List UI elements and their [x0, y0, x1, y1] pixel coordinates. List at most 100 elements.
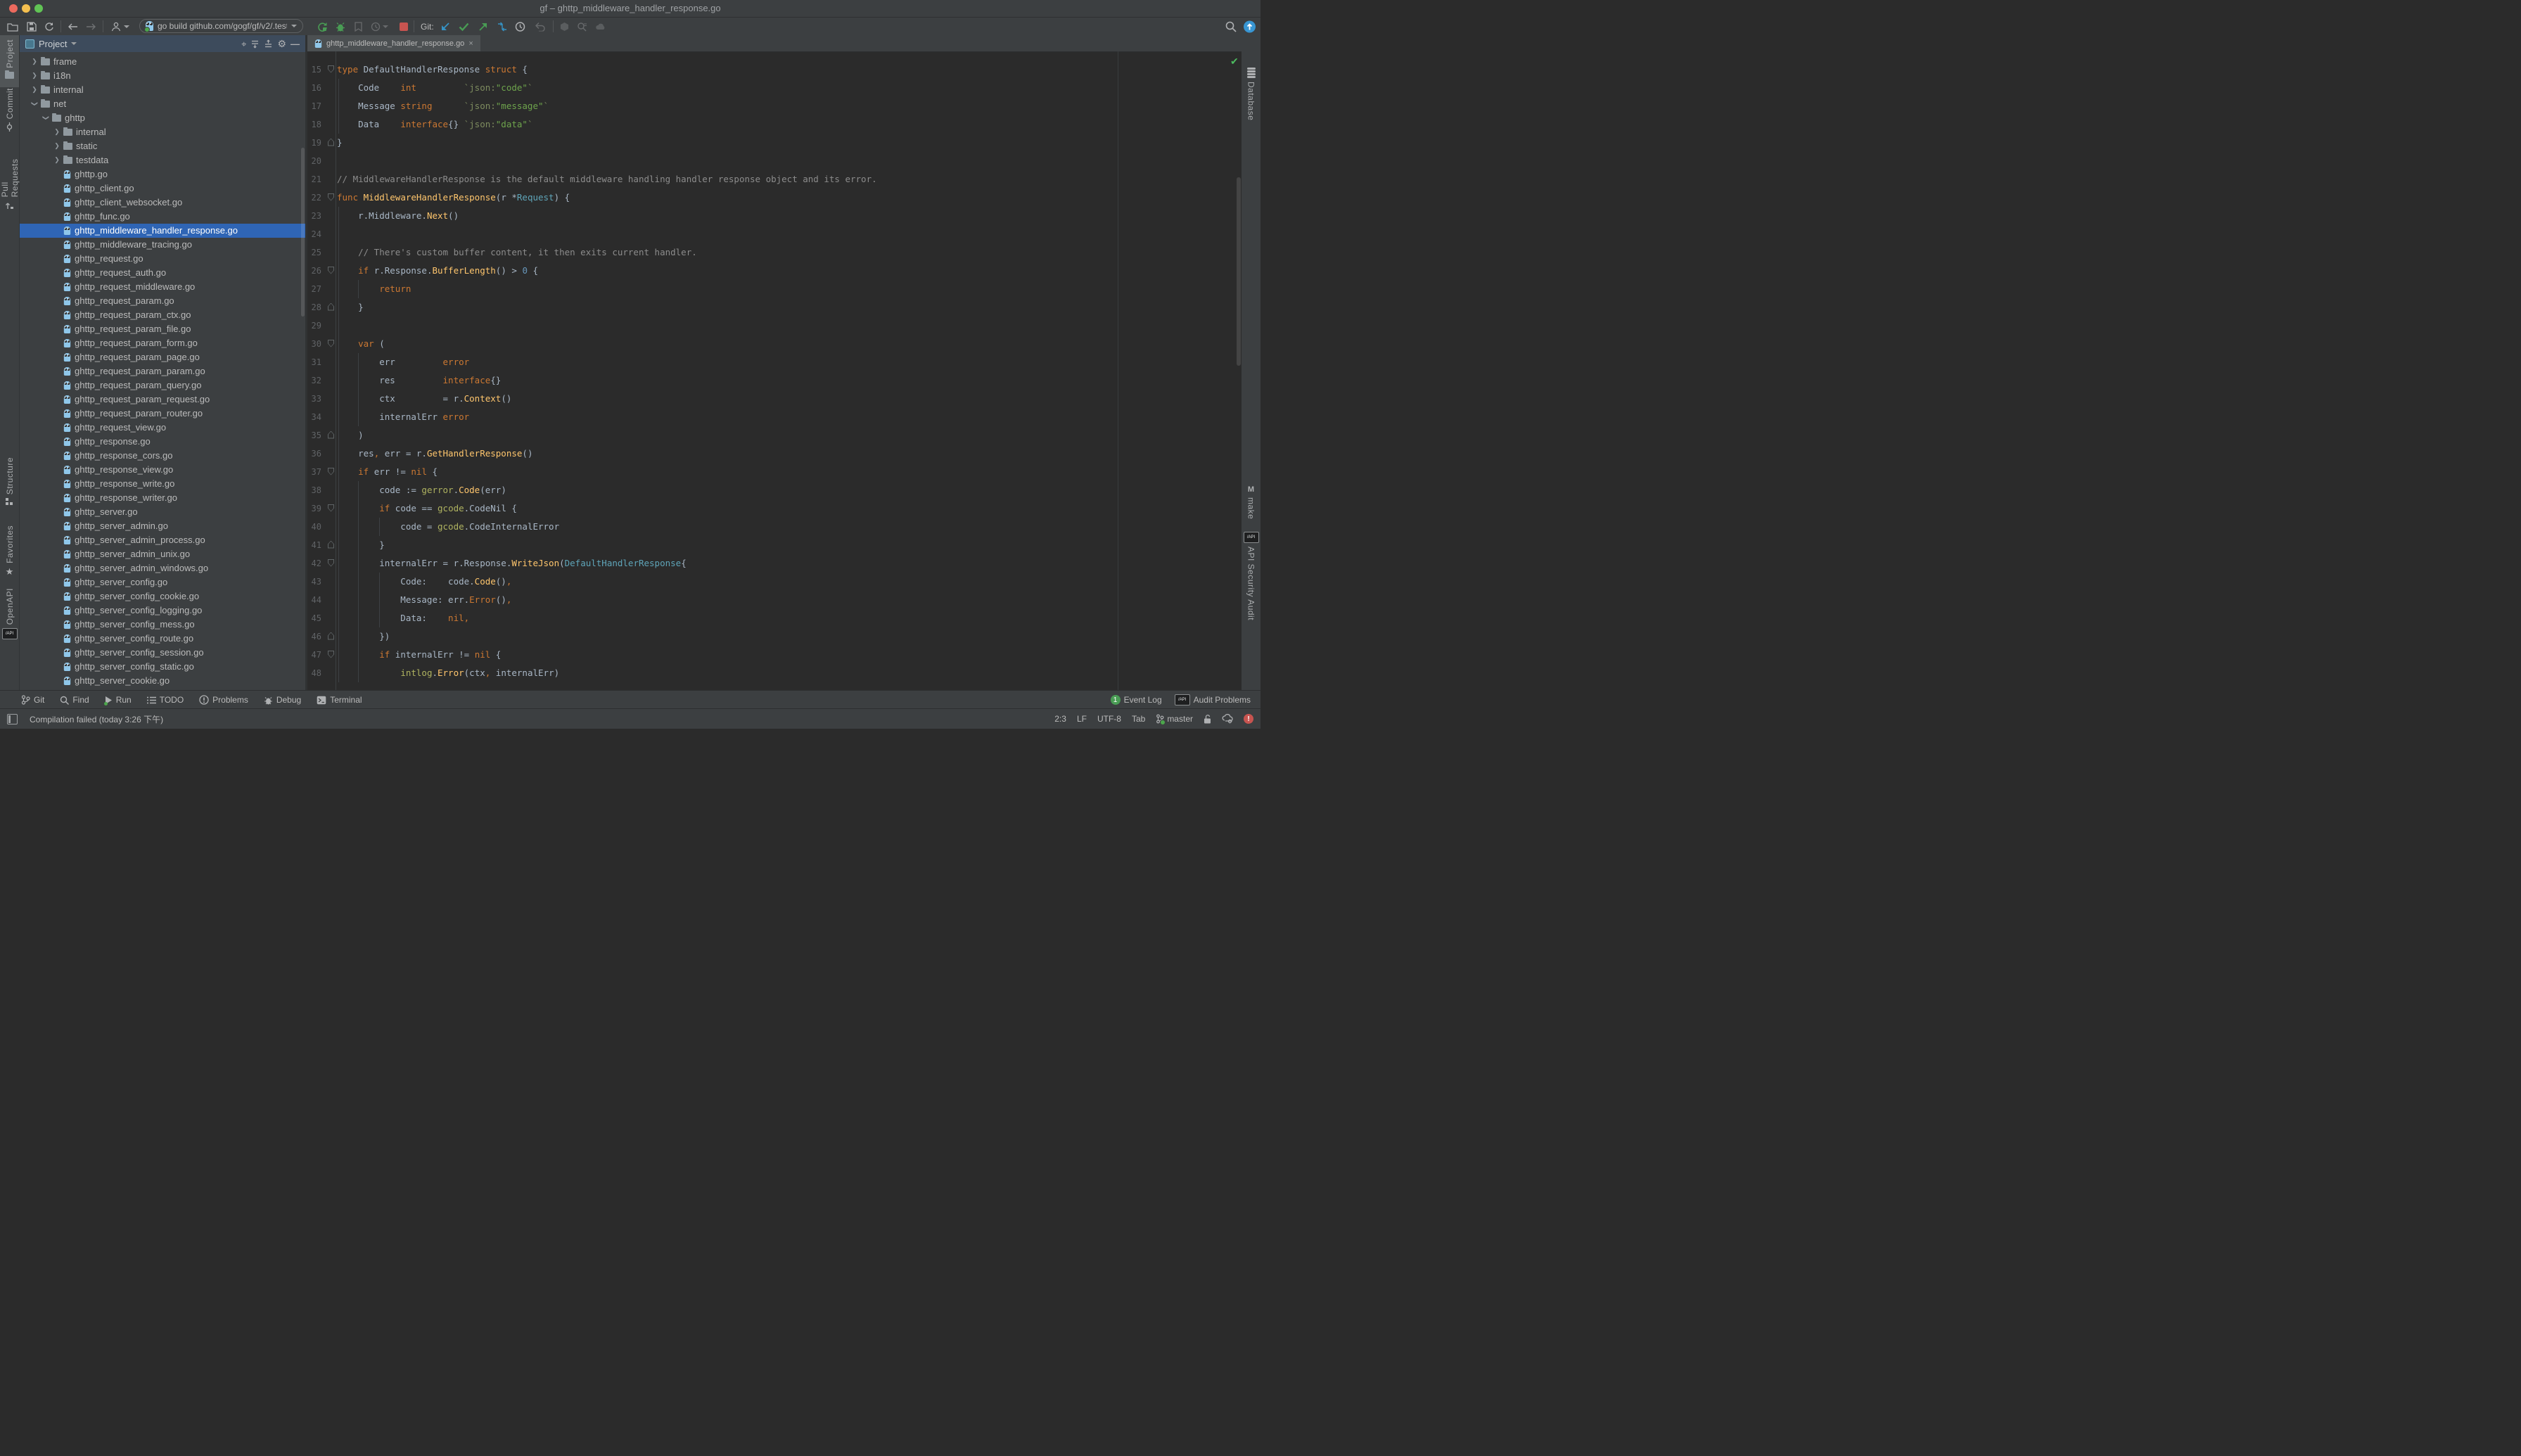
tree-item-ghttp_server_config_static.go[interactable]: ghttp_server_config_static.go: [20, 660, 305, 674]
tree-item-ghttp_request_param_page.go[interactable]: ghttp_request_param_page.go: [20, 350, 305, 364]
fold-marker-icon[interactable]: [328, 468, 334, 475]
fold-marker-icon[interactable]: [328, 193, 334, 201]
chevron-collapsed-icon[interactable]: ❯: [53, 156, 60, 164]
close-tab-icon[interactable]: ×: [468, 39, 473, 48]
code-editor[interactable]: 1516171819202122232425262728293031323334…: [307, 51, 1242, 690]
debug-icon[interactable]: [336, 21, 345, 32]
settings-gear-icon[interactable]: ⚙: [277, 39, 286, 49]
find-in-changes-icon[interactable]: [577, 22, 587, 32]
fold-marker-icon[interactable]: [328, 651, 334, 658]
ide-update-icon[interactable]: [1244, 20, 1256, 32]
tree-item-ghttp_client_websocket.go[interactable]: ghttp_client_websocket.go: [20, 196, 305, 210]
tree-item-ghttp_server_admin_unix.go[interactable]: ghttp_server_admin_unix.go: [20, 547, 305, 561]
tree-item-ghttp_request_param_router.go[interactable]: ghttp_request_param_router.go: [20, 407, 305, 421]
tree-item-ghttp_middleware_tracing.go[interactable]: ghttp_middleware_tracing.go: [20, 238, 305, 252]
fold-marker-icon[interactable]: [328, 267, 334, 274]
tree-item-ghttp_server_config_route.go[interactable]: ghttp_server_config_route.go: [20, 632, 305, 646]
fold-marker-icon[interactable]: [328, 504, 334, 512]
tool-window-make-button[interactable]: M make: [1242, 485, 1260, 528]
fold-marker-icon[interactable]: [328, 431, 334, 439]
expand-all-icon[interactable]: [250, 39, 260, 49]
tree-item-ghttp_request_param_form.go[interactable]: ghttp_request_param_form.go: [20, 336, 305, 350]
open-folder-icon[interactable]: [7, 22, 18, 32]
git-branch-widget[interactable]: master: [1156, 714, 1193, 724]
tree-item-ghttp_server_admin_windows.go[interactable]: ghttp_server_admin_windows.go: [20, 561, 305, 575]
tree-item-net[interactable]: ❯net: [20, 97, 305, 111]
fold-marker-icon[interactable]: [328, 303, 334, 311]
chevron-expanded-icon[interactable]: ❯: [42, 115, 50, 122]
tree-item-ghttp_request.go[interactable]: ghttp_request.go: [20, 252, 305, 266]
tree-item-ghttp_response_write.go[interactable]: ghttp_response_write.go: [20, 477, 305, 491]
profiler-icon[interactable]: [371, 22, 388, 32]
fold-marker-icon[interactable]: [328, 139, 334, 146]
tree-item-ghttp_server_admin.go[interactable]: ghttp_server_admin.go: [20, 519, 305, 533]
run-with-coverage-icon[interactable]: [354, 22, 363, 32]
tree-item-ghttp_server_config_mess.go[interactable]: ghttp_server_config_mess.go: [20, 618, 305, 632]
inspections-ok-icon[interactable]: ✔: [1230, 56, 1239, 68]
fold-marker-icon[interactable]: [328, 541, 334, 549]
tool-window-favorites-button[interactable]: Favorites ★: [0, 525, 19, 580]
fold-marker-icon[interactable]: [328, 559, 334, 567]
tree-item-ghttp_server.go[interactable]: ghttp_server.go: [20, 505, 305, 519]
event-log-button[interactable]: 1Event Log: [1111, 695, 1162, 705]
error-analysis-indicator[interactable]: !: [1244, 714, 1253, 724]
tool-window-todo-button[interactable]: TODO: [147, 695, 184, 705]
indent-indicator[interactable]: Tab: [1132, 714, 1145, 724]
chevron-collapsed-icon[interactable]: ❯: [31, 72, 38, 79]
tree-item-ghttp_request_param.go[interactable]: ghttp_request_param.go: [20, 294, 305, 308]
tool-window-find-button[interactable]: Find: [60, 695, 89, 705]
shelve-icon[interactable]: [560, 22, 569, 32]
git-rollback-icon[interactable]: [535, 22, 545, 31]
tool-window-structure-button[interactable]: Structure: [0, 457, 19, 518]
tree-item-ghttp_request_param_file.go[interactable]: ghttp_request_param_file.go: [20, 322, 305, 336]
chevron-expanded-icon[interactable]: ❯: [31, 101, 39, 108]
editor-scrollbar[interactable]: [1237, 177, 1241, 366]
status-message[interactable]: Compilation failed (today 3:26 下午): [30, 713, 163, 725]
tool-window-api-security-audit-button[interactable]: /API API Security Audit: [1242, 532, 1260, 658]
tool-window-pull-requests-button[interactable]: Pull Requests: [0, 142, 19, 210]
tool-window-openapi-button[interactable]: OpenAPI /API: [0, 588, 19, 651]
tree-item-ghttp.go[interactable]: ghttp.go: [20, 167, 305, 181]
git-merge-icon[interactable]: [497, 22, 508, 32]
tree-item-ghttp_response.go[interactable]: ghttp_response.go: [20, 435, 305, 449]
tree-item-ghttp_server_config_session.go[interactable]: ghttp_server_config_session.go: [20, 646, 305, 660]
fold-marker-icon[interactable]: [328, 340, 334, 347]
project-tree-scrollbar[interactable]: [301, 148, 305, 317]
tree-item-ghttp_request_middleware.go[interactable]: ghttp_request_middleware.go: [20, 280, 305, 294]
git-update-icon[interactable]: [440, 22, 450, 32]
run-icon[interactable]: [317, 21, 328, 32]
tree-item-ghttp_middleware_handler_response.go[interactable]: ghttp_middleware_handler_response.go: [20, 224, 305, 238]
tool-window-toggle-icon[interactable]: [7, 714, 18, 724]
tree-item-internal[interactable]: ❯internal: [20, 125, 305, 139]
chevron-collapsed-icon[interactable]: ❯: [53, 142, 60, 150]
tree-item-ghttp_server_config.go[interactable]: ghttp_server_config.go: [20, 575, 305, 589]
tree-item-ghttp_request_param_query.go[interactable]: ghttp_request_param_query.go: [20, 378, 305, 392]
tool-window-problems-button[interactable]: Problems: [199, 695, 248, 705]
forward-icon[interactable]: [86, 23, 96, 31]
collapse-all-icon[interactable]: [264, 39, 273, 49]
run-configuration-select[interactable]: go build github.com/gogf/gf/v2/.test: [139, 19, 303, 33]
fold-marker-icon[interactable]: [328, 65, 334, 73]
tree-item-ghttp_request_auth.go[interactable]: ghttp_request_auth.go: [20, 266, 305, 280]
git-commit-icon[interactable]: [459, 22, 469, 31]
encoding-indicator[interactable]: UTF-8: [1097, 714, 1121, 724]
tree-item-ghttp_server_cookie.go[interactable]: ghttp_server_cookie.go: [20, 674, 305, 688]
tool-window-database-button[interactable]: Database: [1242, 68, 1260, 127]
chevron-collapsed-icon[interactable]: ❯: [31, 58, 38, 65]
chevron-collapsed-icon[interactable]: ❯: [53, 128, 60, 136]
cloud-settings-icon[interactable]: [1222, 714, 1233, 724]
tool-window-terminal-button[interactable]: Terminal: [317, 695, 362, 705]
back-icon[interactable]: [68, 23, 78, 31]
search-everywhere-icon[interactable]: [1225, 21, 1237, 32]
tree-item-ghttp_request_view.go[interactable]: ghttp_request_view.go: [20, 421, 305, 435]
tree-item-ghttp_response_writer.go[interactable]: ghttp_response_writer.go: [20, 491, 305, 505]
tool-window-git-button[interactable]: Git: [21, 695, 44, 705]
tree-item-ghttp_server_admin_process.go[interactable]: ghttp_server_admin_process.go: [20, 533, 305, 547]
locate-file-icon[interactable]: ⌖: [241, 39, 246, 49]
fold-marker-icon[interactable]: [328, 632, 334, 640]
tree-item-ghttp_request_param_param.go[interactable]: ghttp_request_param_param.go: [20, 364, 305, 378]
tree-item-static[interactable]: ❯static: [20, 139, 305, 153]
editor-tab-active[interactable]: ghttp_middleware_handler_response.go ×: [307, 35, 480, 51]
save-all-icon[interactable]: [27, 22, 37, 32]
tree-item-ghttp_client.go[interactable]: ghttp_client.go: [20, 181, 305, 196]
